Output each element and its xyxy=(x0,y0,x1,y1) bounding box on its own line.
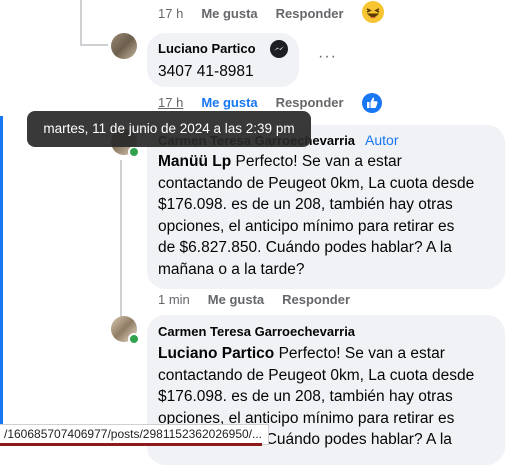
comment-line: $176.098. es de un 208, también hay otra… xyxy=(158,388,453,405)
comment-author[interactable]: Carmen Teresa Garroechevarria xyxy=(158,324,355,339)
messenger-icon[interactable] xyxy=(268,38,290,60)
comment-actions: 17 h Me gusta Responder xyxy=(158,95,362,110)
reply-button[interactable]: Responder xyxy=(276,95,344,110)
comment-time[interactable]: 17 h xyxy=(158,95,183,110)
like-reaction-icon[interactable] xyxy=(361,92,383,114)
mention-link[interactable]: Manüü Lp xyxy=(158,153,231,170)
comment-actions: 1 min Me gusta Responder xyxy=(158,292,368,307)
comment-line: de $6.827.850. Cuándo podes hablar? A la xyxy=(158,239,452,256)
comment-time[interactable]: 1 min xyxy=(158,292,190,307)
mention-link[interactable]: Luciano Partico xyxy=(158,345,274,362)
comment-author[interactable]: Luciano Partico xyxy=(158,41,256,56)
link-status-bar: /160685707406977/posts/2981152362026950/… xyxy=(0,424,270,445)
comment-bubble: Luciano Partico 3407 41-8981 xyxy=(147,33,299,87)
comment-line: mañana o a la tarde? xyxy=(158,260,305,278)
comment-line: opciones, el anticipo mínimo para retira… xyxy=(158,217,455,235)
comment-actions: 17 h Me gusta Responder xyxy=(158,6,362,21)
thread-curve xyxy=(80,44,108,46)
avatar[interactable] xyxy=(111,33,137,59)
comment-line: contactando de Peugeot 0km, La cuota des… xyxy=(158,366,475,384)
comment-line-text: Perfecto! Se van a estar xyxy=(231,153,402,170)
author-badge: Autor xyxy=(365,132,399,148)
reply-button[interactable]: Responder xyxy=(276,6,344,21)
like-button[interactable]: Me gusta xyxy=(201,95,257,110)
thread-highlight-line xyxy=(0,116,3,426)
timestamp-tooltip: martes, 11 de junio de 2024 a las 2:39 p… xyxy=(27,111,311,147)
online-status-indicator xyxy=(128,333,140,345)
reply-button[interactable]: Responder xyxy=(282,292,350,307)
like-button[interactable]: Me gusta xyxy=(201,6,257,21)
online-status-indicator xyxy=(128,146,140,158)
comment-line: Luciano Partico Perfecto! Se van a estar xyxy=(158,343,502,365)
haha-reaction-icon[interactable] xyxy=(362,1,384,23)
comment-text: Manüü Lp Perfecto! Se van a estar contac… xyxy=(158,151,502,280)
comment-text: 3407 41-8981 xyxy=(158,63,254,80)
thread-line xyxy=(120,160,122,320)
comment-time[interactable]: 17 h xyxy=(158,6,183,21)
comment-line: contactando de Peugeot 0km, La cuota des… xyxy=(158,174,475,192)
comment-bubble: Carmen Teresa GarroechevarriaAutor Manüü… xyxy=(147,125,505,289)
statusbar-edge xyxy=(0,443,262,446)
thread-line xyxy=(80,0,82,44)
comment-line-text: Perfecto! Se van a estar xyxy=(274,345,445,362)
comment-line: Manüü Lp Perfecto! Se van a estar xyxy=(158,151,502,173)
like-button[interactable]: Me gusta xyxy=(208,292,264,307)
comment-line: $176.098. es de un 208, también hay otra… xyxy=(158,196,453,213)
more-options-icon[interactable]: ··· xyxy=(318,48,337,66)
